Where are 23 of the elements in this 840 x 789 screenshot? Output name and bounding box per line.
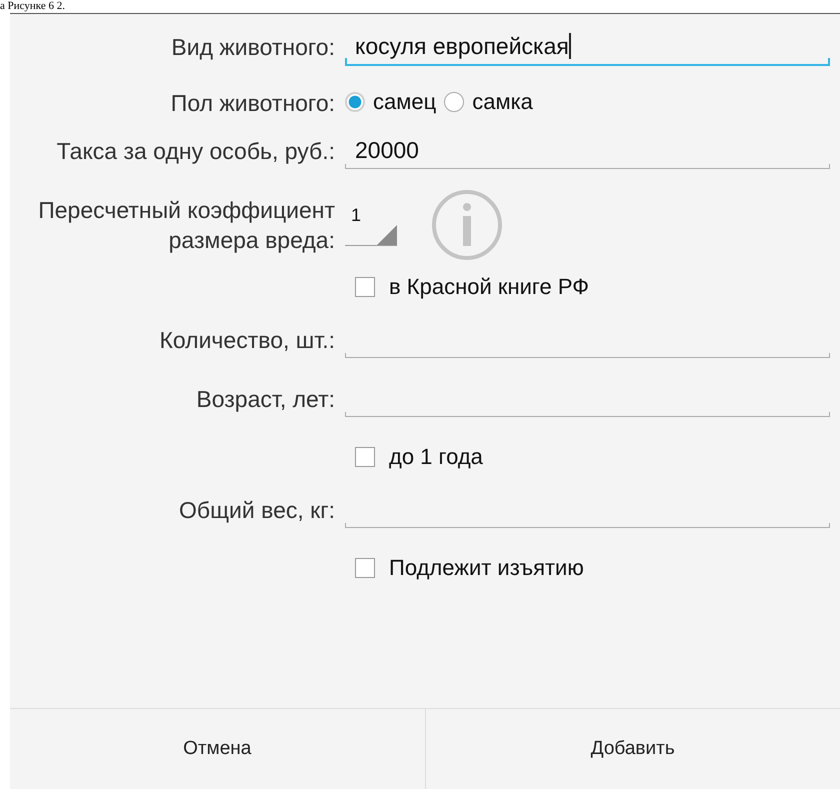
input-field[interactable]: 20000 xyxy=(345,132,830,169)
dropdown-corner-icon xyxy=(377,225,397,245)
field-label: Общий вес, кг: xyxy=(178,496,335,525)
field-label: Пересчетный коэффициент размера вреда: xyxy=(37,196,335,255)
checkbox[interactable] xyxy=(355,558,375,578)
input-field[interactable]: косуля европейская xyxy=(345,28,830,66)
radio-button-icon[interactable] xyxy=(345,92,365,112)
checkbox-option[interactable]: до 1 года xyxy=(345,435,493,479)
document-caption: а Рисунке 6 2. xyxy=(0,0,65,12)
dropdown-spinner[interactable]: 1 xyxy=(345,197,397,246)
field-label: Количество, шт.: xyxy=(158,326,335,355)
radio-option[interactable]: самка xyxy=(444,89,533,115)
field-label: Пол животного: xyxy=(170,89,335,118)
field-label: Возраст, лет: xyxy=(195,385,335,414)
field-label: Вид животного: xyxy=(170,33,335,62)
field-label: Такса за одну особь, руб.: xyxy=(56,137,335,166)
radio-button-icon[interactable] xyxy=(444,92,464,112)
checkbox[interactable] xyxy=(355,447,375,467)
checkbox-option[interactable]: в Красной книге РФ xyxy=(345,265,599,309)
radio-option[interactable]: самец xyxy=(345,89,436,115)
checkbox-option[interactable]: Подлежит изъятию xyxy=(345,546,594,590)
info-icon[interactable] xyxy=(431,189,503,261)
checkbox[interactable] xyxy=(355,277,375,297)
